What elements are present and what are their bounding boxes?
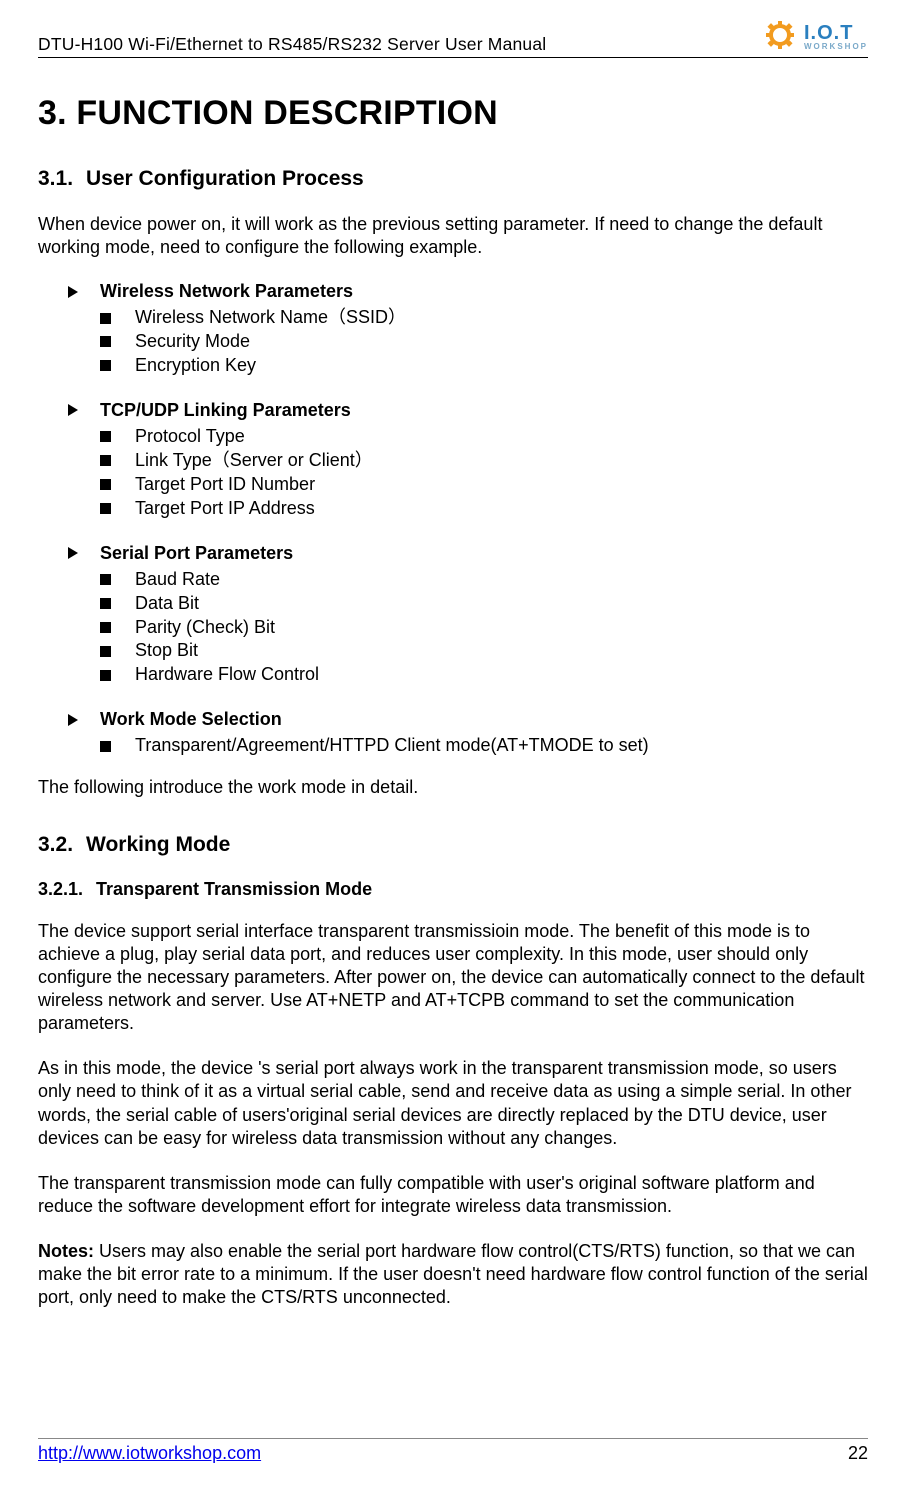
page-footer: http://www.iotworkshop.com 22 bbox=[38, 1438, 868, 1464]
list-item: Link Type（Server or Client） bbox=[38, 449, 868, 473]
group-heading: TCP/UDP Linking Parameters bbox=[38, 400, 868, 421]
subsection-3-2-1: 3.2.1.Transparent Transmission Mode bbox=[38, 879, 868, 900]
square-bullet-icon bbox=[100, 479, 111, 490]
parameter-groups: Wireless Network Parameters Wireless Netw… bbox=[38, 281, 868, 758]
list-item-text: Security Mode bbox=[135, 330, 250, 354]
notes-paragraph: Notes: Users may also enable the serial … bbox=[38, 1240, 868, 1309]
body-paragraph: As in this mode, the device 's serial po… bbox=[38, 1057, 868, 1149]
square-bullet-icon bbox=[100, 741, 111, 752]
square-bullet-icon bbox=[100, 313, 111, 324]
list-item: Target Port IP Address bbox=[38, 497, 868, 521]
list-item-text: Transparent/Agreement/HTTPD Client mode(… bbox=[135, 734, 649, 758]
subsection-3-2: 3.2.Working Mode bbox=[38, 833, 868, 857]
group-heading-text: TCP/UDP Linking Parameters bbox=[100, 400, 351, 421]
list-item-text: Wireless Network Name（SSID） bbox=[135, 306, 406, 330]
list-item: Security Mode bbox=[38, 330, 868, 354]
list-item-text: Link Type（Server or Client） bbox=[135, 449, 373, 473]
parameter-group: TCP/UDP Linking Parameters Protocol TypeL… bbox=[38, 400, 868, 521]
square-bullet-icon bbox=[100, 360, 111, 371]
group-heading-text: Serial Port Parameters bbox=[100, 543, 293, 564]
footer-link[interactable]: http://www.iotworkshop.com bbox=[38, 1443, 261, 1464]
section-heading: 3. FUNCTION DESCRIPTION bbox=[38, 94, 868, 133]
list-item: Target Port ID Number bbox=[38, 473, 868, 497]
intro-paragraph: When device power on, it will work as th… bbox=[38, 213, 868, 259]
notes-body: Users may also enable the serial port ha… bbox=[38, 1241, 868, 1307]
page-header: DTU-H100 Wi-Fi/Ethernet to RS485/RS232 S… bbox=[38, 20, 868, 58]
body-paragraph: The transparent transmission mode can fu… bbox=[38, 1172, 868, 1218]
list-item-text: Target Port IP Address bbox=[135, 497, 315, 521]
chevron-right-icon bbox=[66, 285, 80, 299]
group-heading: Work Mode Selection bbox=[38, 709, 868, 730]
chevron-right-icon bbox=[66, 713, 80, 727]
chevron-right-icon bbox=[66, 403, 80, 417]
subsection-3-1: 3.1.User Configuration Process bbox=[38, 167, 868, 191]
group-heading-text: Work Mode Selection bbox=[100, 709, 282, 730]
list-item: Encryption Key bbox=[38, 354, 868, 378]
square-bullet-icon bbox=[100, 598, 111, 609]
subsection-title: Working Mode bbox=[86, 833, 230, 856]
list-item-text: Protocol Type bbox=[135, 425, 245, 449]
outro-paragraph: The following introduce the work mode in… bbox=[38, 776, 868, 799]
parameter-group: Work Mode Selection Transparent/Agreement… bbox=[38, 709, 868, 758]
list-item: Hardware Flow Control bbox=[38, 663, 868, 687]
subsection-number: 3.1. bbox=[38, 167, 86, 191]
square-bullet-icon bbox=[100, 503, 111, 514]
list-item: Stop Bit bbox=[38, 639, 868, 663]
square-bullet-icon bbox=[100, 574, 111, 585]
chevron-right-icon bbox=[66, 546, 80, 560]
notes-label: Notes: bbox=[38, 1241, 94, 1261]
logo-text-top: I.O.T bbox=[804, 23, 868, 43]
list-item: Parity (Check) Bit bbox=[38, 616, 868, 640]
gear-icon bbox=[766, 20, 800, 54]
subsection-number: 3.2. bbox=[38, 833, 86, 857]
subsection-number: 3.2.1. bbox=[38, 879, 96, 900]
list-item-text: Hardware Flow Control bbox=[135, 663, 319, 687]
subsection-title: User Configuration Process bbox=[86, 167, 364, 190]
logo: I.O.T WORKSHOP bbox=[766, 20, 868, 54]
list-item: Wireless Network Name（SSID） bbox=[38, 306, 868, 330]
list-item: Transparent/Agreement/HTTPD Client mode(… bbox=[38, 734, 868, 758]
list-item: Baud Rate bbox=[38, 568, 868, 592]
list-item-text: Stop Bit bbox=[135, 639, 198, 663]
list-item: Protocol Type bbox=[38, 425, 868, 449]
square-bullet-icon bbox=[100, 336, 111, 347]
group-heading-text: Wireless Network Parameters bbox=[100, 281, 353, 302]
group-heading: Serial Port Parameters bbox=[38, 543, 868, 564]
body-paragraph: The device support serial interface tran… bbox=[38, 920, 868, 1035]
square-bullet-icon bbox=[100, 455, 111, 466]
parameter-group: Serial Port Parameters Baud RateData BitP… bbox=[38, 543, 868, 688]
list-item-text: Parity (Check) Bit bbox=[135, 616, 275, 640]
logo-text-sub: WORKSHOP bbox=[804, 43, 868, 51]
parameter-group: Wireless Network Parameters Wireless Netw… bbox=[38, 281, 868, 378]
group-heading: Wireless Network Parameters bbox=[38, 281, 868, 302]
square-bullet-icon bbox=[100, 622, 111, 633]
list-item-text: Baud Rate bbox=[135, 568, 220, 592]
square-bullet-icon bbox=[100, 670, 111, 681]
header-title: DTU-H100 Wi-Fi/Ethernet to RS485/RS232 S… bbox=[38, 20, 546, 55]
list-item-text: Encryption Key bbox=[135, 354, 256, 378]
list-item: Data Bit bbox=[38, 592, 868, 616]
square-bullet-icon bbox=[100, 431, 111, 442]
list-item-text: Data Bit bbox=[135, 592, 199, 616]
page-number: 22 bbox=[848, 1443, 868, 1464]
square-bullet-icon bbox=[100, 646, 111, 657]
list-item-text: Target Port ID Number bbox=[135, 473, 315, 497]
subsection-title: Transparent Transmission Mode bbox=[96, 879, 372, 899]
